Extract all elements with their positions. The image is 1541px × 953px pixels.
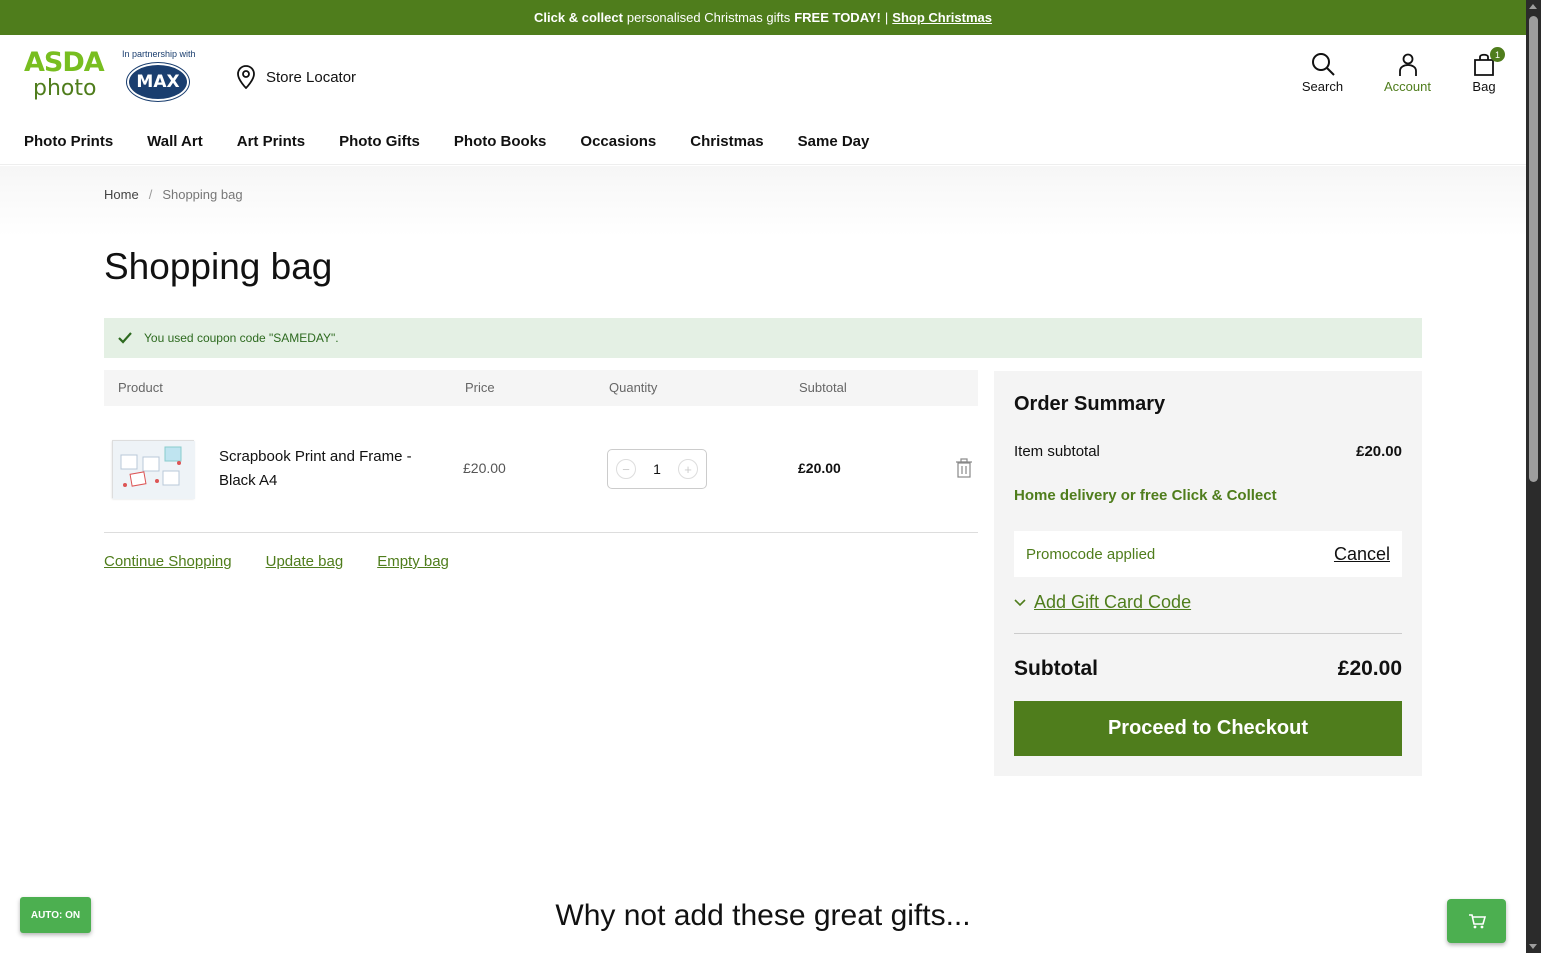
promocode-box: Promocode applied Cancel <box>1014 531 1402 577</box>
product-price: £20.00 <box>463 460 506 476</box>
search-button[interactable]: Search <box>1280 51 1365 94</box>
continue-shopping-link[interactable]: Continue Shopping <box>104 553 232 570</box>
promo-bold-text-2: FREE TODAY! <box>794 10 881 25</box>
product-subtotal: £20.00 <box>798 460 841 476</box>
gift-suggestions-heading: Why not add these great gifts... <box>555 899 971 932</box>
partner-text: In partnership with <box>122 49 196 59</box>
bag-actions: Continue Shopping Update bag Empty bag <box>104 553 449 570</box>
add-gift-card-toggle[interactable]: Add Gift Card Code <box>1014 592 1191 613</box>
quantity-value[interactable]: 1 <box>653 461 661 477</box>
cancel-promocode-button[interactable]: Cancel <box>1334 544 1390 565</box>
nav-item-same-day[interactable]: Same Day <box>798 133 870 150</box>
header-price: Price <box>465 380 495 395</box>
breadcrumb: Home / Shopping bag <box>104 187 243 202</box>
header-actions: Search Account 1 Bag <box>1280 47 1526 94</box>
page-title: Shopping bag <box>104 246 333 287</box>
coupon-success-message: You used coupon code "SAMEDAY". <box>104 318 1422 358</box>
checkmark-icon <box>118 332 132 344</box>
subtotal-line: Subtotal £20.00 <box>1014 657 1402 681</box>
proceed-to-checkout-button[interactable]: Proceed to Checkout <box>1014 701 1402 756</box>
search-icon <box>1311 53 1335 76</box>
add-gift-card-label: Add Gift Card Code <box>1034 592 1192 612</box>
summary-divider <box>1014 633 1402 634</box>
remove-item-button[interactable] <box>956 458 972 483</box>
floating-cart-button[interactable] <box>1447 899 1506 943</box>
delivery-info: Home delivery or free Click & Collect <box>1014 487 1277 504</box>
subtotal-label: Subtotal <box>1014 657 1098 680</box>
promo-separator: | <box>884 10 889 25</box>
nav-item-photo-books[interactable]: Photo Books <box>454 133 547 150</box>
nav-item-occasions[interactable]: Occasions <box>580 133 656 150</box>
success-text: You used coupon code "SAMEDAY". <box>144 331 339 345</box>
nav-item-art-prints[interactable]: Art Prints <box>237 133 305 150</box>
breadcrumb-current: Shopping bag <box>162 187 243 202</box>
scroll-up-arrow-icon[interactable] <box>1529 4 1537 9</box>
main-nav: Photo Prints Wall Art Art Prints Photo G… <box>24 133 869 150</box>
promo-text: personalised Christmas gifts <box>626 10 791 25</box>
cart-table-header: Product Price Quantity Subtotal <box>104 370 978 406</box>
header-quantity: Quantity <box>609 380 658 395</box>
table-row: Scrapbook Print and Frame - Black A4 £20… <box>104 430 978 533</box>
logo-asda-text: ASDA <box>24 47 105 78</box>
search-label: Search <box>1301 79 1344 94</box>
max-partner-logo: MAX <box>127 63 189 101</box>
nav-item-photo-gifts[interactable]: Photo Gifts <box>339 133 420 150</box>
cart-icon <box>1468 914 1486 929</box>
asda-photo-logo[interactable]: ASDA photo <box>24 49 114 105</box>
bag-button[interactable]: 1 Bag <box>1450 47 1518 94</box>
logo-photo-text: photo <box>33 76 97 101</box>
account-label: Account <box>1384 79 1431 94</box>
shop-christmas-link[interactable]: Shop Christmas <box>892 10 992 25</box>
site-header: ASDA photo In partnership with MAX Store… <box>0 35 1526 165</box>
promo-bold-text: Click & collect <box>534 10 623 25</box>
breadcrumb-home[interactable]: Home <box>104 187 139 202</box>
nav-item-photo-prints[interactable]: Photo Prints <box>24 133 113 150</box>
chevron-down-icon <box>1014 598 1026 606</box>
product-image <box>113 441 195 499</box>
product-thumbnail[interactable] <box>112 440 195 499</box>
item-subtotal-line: Item subtotal £20.00 <box>1014 443 1402 460</box>
header-product: Product <box>118 380 163 395</box>
promo-banner: Click & collect personalised Christmas g… <box>0 0 1526 35</box>
increase-quantity-button[interactable]: + <box>677 459 698 479</box>
trash-icon <box>956 458 972 478</box>
order-summary-title: Order Summary <box>1014 393 1166 415</box>
nav-item-christmas[interactable]: Christmas <box>690 133 763 150</box>
scroll-down-arrow-icon[interactable] <box>1529 944 1537 949</box>
item-subtotal-value: £20.00 <box>1356 443 1402 460</box>
bag-label: Bag <box>1472 79 1496 94</box>
decrease-quantity-button[interactable]: − <box>616 459 636 479</box>
header-subtotal: Subtotal <box>799 380 847 395</box>
nav-item-wall-art[interactable]: Wall Art <box>147 133 203 150</box>
product-name[interactable]: Scrapbook Print and Frame - Black A4 <box>219 445 429 493</box>
empty-bag-link[interactable]: Empty bag <box>377 553 449 570</box>
account-button[interactable]: Account <box>1365 51 1450 94</box>
order-summary-panel: Order Summary Item subtotal £20.00 Home … <box>994 371 1422 776</box>
quantity-stepper: − 1 + <box>607 449 707 489</box>
account-icon <box>1398 53 1417 76</box>
update-bag-link[interactable]: Update bag <box>266 553 344 570</box>
subtotal-value: £20.00 <box>1337 657 1402 680</box>
scrollbar-thumb[interactable] <box>1529 16 1538 482</box>
store-locator-link[interactable]: Store Locator <box>236 65 356 89</box>
page-scrollbar[interactable] <box>1526 0 1541 953</box>
store-locator-label: Store Locator <box>266 68 357 86</box>
bag-count-badge: 1 <box>1490 47 1505 62</box>
promocode-label: Promocode applied <box>1026 545 1156 563</box>
auto-toggle-button[interactable]: AUTO: ON <box>20 897 91 933</box>
item-subtotal-label: Item subtotal <box>1014 443 1100 460</box>
breadcrumb-separator: / <box>148 187 153 202</box>
location-pin-icon <box>237 65 255 89</box>
